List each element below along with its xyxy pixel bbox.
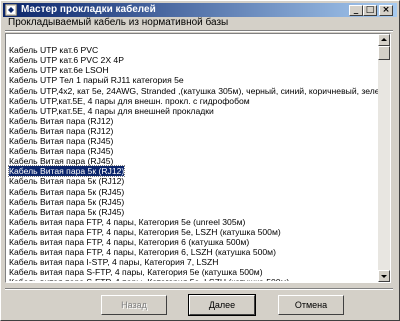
list-item-label: Кабель витая пара FTP, 4 пары, Категория…	[9, 226, 281, 237]
list-item[interactable]: Кабель витая пара FTP, 4 пары, Категория…	[7, 247, 276, 257]
arrow-up-icon	[381, 38, 387, 41]
list-item[interactable]: Кабель Витая пара (RJ12)	[7, 126, 113, 136]
list-item-label: Кабель Витая пара 5к (RJ45)	[9, 186, 125, 197]
scroll-down-button[interactable]	[378, 270, 390, 282]
vertical-scrollbar[interactable]	[378, 34, 390, 282]
list-item-label: Кабель Витая пара (RJ12)	[9, 115, 114, 126]
list-item[interactable]: Кабель UTP Тел 1 парый RJ11 категория 5е	[7, 75, 184, 85]
list-item[interactable]: Кабель Витая пара 5к (RJ12)	[7, 165, 126, 178]
scroll-thumb[interactable]	[378, 46, 390, 60]
list-item-label: Кабель витая пара FTP, 4 пары, Категория…	[9, 237, 250, 247]
list-item-label: Кабель UTP кат.6е LSOH	[9, 65, 109, 76]
minimize-button[interactable]: _	[349, 5, 363, 16]
arrow-down-icon	[381, 275, 387, 278]
window-title: Мастер прокладки кабелей	[21, 4, 156, 15]
list-item-label: Кабель витая пара FTP, 4 пары, Категория…	[9, 216, 246, 227]
list-item-label: Кабель UTP,кат.5Е, 4 пары для внешн. про…	[9, 95, 250, 106]
list-item[interactable]: Кабель UTP,кат.5Е, 4 пары для внешней пр…	[7, 106, 214, 116]
cancel-button[interactable]: Отмена	[278, 295, 344, 315]
list-item[interactable]: Кабель Витая пара 5к (RJ45)	[7, 197, 124, 207]
cable-listbox[interactable]: Кабель UTP кат.6 PVC Кабель UTP кат.6 PVC…	[5, 33, 391, 283]
list-item-label: Кабель Витая пара (RJ45)	[9, 136, 114, 146]
next-button[interactable]: Далее	[188, 294, 256, 316]
list-item[interactable]: Кабель UTP,кат.5Е, 4 пары для внешн. про…	[7, 96, 250, 106]
list-item-label: Кабель Витая пара 5к (RJ12)	[9, 176, 125, 187]
list-item[interactable]: Кабель витая пара S-FTP, 4 пары, Категор…	[7, 277, 289, 281]
list-item[interactable]: Кабель витая пара FTP, 4 пары, Категория…	[7, 217, 245, 227]
list-item[interactable]: Кабель витая пара I-STP, 4 пары, Категор…	[7, 257, 218, 267]
list-item[interactable]: Кабель UTP кат.6е LSOH	[7, 65, 109, 75]
list-item-label: Кабель витая пара S-FTP, 4 пары, Категор…	[9, 267, 263, 278]
list-item-label: Кабель UTP кат.6 PVC	[9, 45, 99, 56]
list-item[interactable]: Кабель Витая пара 5к (RJ45)	[7, 207, 124, 217]
list-item-label: Кабель UTP Тел 1 парый RJ11 категория 5е	[9, 75, 184, 86]
close-button[interactable]: ×	[379, 5, 393, 16]
list-item-label: Кабель Витая пара (RJ45)	[9, 156, 114, 167]
list-item[interactable]: Кабель Витая пара (RJ45)	[7, 156, 113, 166]
list-item-label: Кабель Витая пара (RJ12)	[9, 125, 114, 136]
wizard-window: Мастер прокладки кабелей _ □ × Прокладыв…	[0, 0, 400, 321]
list-item-label: Кабель UTP,4х2, кат 5е, 24AWG, Stranded …	[9, 85, 378, 96]
cable-source-label: Прокладываемый кабель из нормативной баз…	[8, 17, 229, 28]
list-item-label: Кабель витая пара I-STP, 4 пары, Категор…	[9, 257, 219, 268]
list-item[interactable]: Кабель UTP кат.6 PVC 2Х 4P	[7, 55, 124, 65]
button-divider	[5, 288, 393, 290]
list-item-label: Кабель витая пара FTP, 4 пары, Категория…	[9, 247, 276, 258]
list-item[interactable]	[7, 35, 9, 45]
list-item[interactable]: Кабель витая пара FTP, 4 пары, Категория…	[7, 237, 249, 247]
list-item-label: Кабель Витая пара 5к (RJ12)	[7, 165, 126, 178]
list-item[interactable]: Кабель витая пара S-FTP, 4 пары, Категор…	[7, 267, 263, 277]
caption-divider	[5, 30, 393, 32]
list-item-label: Кабель Витая пара (RJ45)	[9, 146, 114, 157]
cable-list[interactable]: Кабель UTP кат.6 PVC Кабель UTP кат.6 PVC…	[7, 35, 378, 281]
title-bar[interactable]: Мастер прокладки кабелей _ □ ×	[3, 3, 397, 17]
list-item[interactable]: Кабель Витая пара (RJ12)	[7, 116, 113, 126]
list-item[interactable]: Кабель Витая пара 5к (RJ45)	[7, 187, 124, 197]
list-item-label: Кабель Витая пара 5к (RJ45)	[9, 206, 125, 217]
list-item-label: Кабель UTP,кат.5Е, 4 пары для внешней пр…	[9, 105, 214, 116]
app-icon	[5, 4, 17, 16]
scroll-up-button[interactable]	[378, 34, 390, 46]
back-button[interactable]: Назад	[101, 295, 167, 315]
list-item-label: Кабель Витая пара 5к (RJ45)	[9, 196, 125, 207]
list-item-label: Кабель витая пара S-FTP, 4 пары, Категор…	[9, 277, 289, 281]
list-item[interactable]: Кабель витая пара FTP, 4 пары, Категория…	[7, 227, 281, 237]
list-item[interactable]: Кабель Витая пара 5к (RJ12)	[7, 176, 124, 186]
list-item[interactable]: Кабель Витая пара (RJ45)	[7, 136, 113, 146]
list-item[interactable]: Кабель Витая пара (RJ45)	[7, 146, 113, 156]
list-item[interactable]: Кабель UTP,4х2, кат 5е, 24AWG, Stranded …	[7, 86, 378, 96]
maximize-button[interactable]: □	[363, 5, 377, 16]
list-item[interactable]: Кабель UTP кат.6 PVC	[7, 45, 98, 55]
list-item-label: Кабель UTP кат.6 PVC 2Х 4P	[9, 55, 124, 66]
